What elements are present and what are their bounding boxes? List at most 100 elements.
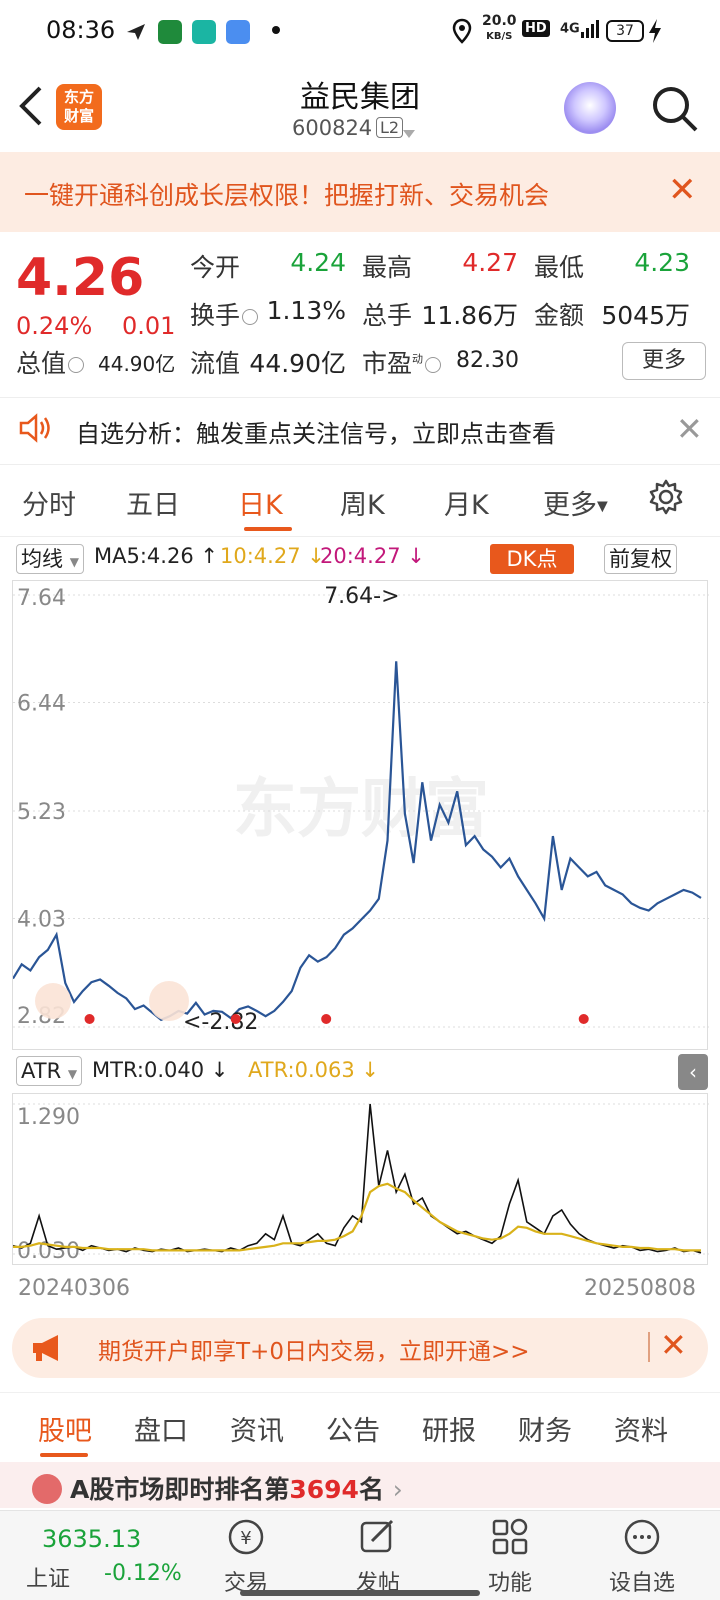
atr-selector[interactable]: ATR ▼ [16, 1056, 83, 1086]
stock-code: 600824 [292, 116, 373, 140]
signal-dot [230, 1014, 241, 1024]
home-indicator [240, 1590, 480, 1596]
tab-research[interactable]: 研报 [422, 1409, 476, 1448]
tab-weekly-k[interactable]: 周K [340, 483, 385, 522]
current-price: 4.26 [16, 248, 145, 308]
ma-selector[interactable]: 均线 ▼ [16, 544, 84, 574]
close-icon[interactable]: ✕ [660, 1326, 687, 1364]
tab-more[interactable]: 更多▼ [543, 483, 608, 522]
app-notification-icon [158, 20, 182, 44]
tab-order-book[interactable]: 盘口 [134, 1409, 188, 1448]
atr-chart-svg: 1.290 0.030 [12, 1103, 709, 1264]
price-chart[interactable]: 东方财富 7.64 6.44 5.23 4.03 2.82 7.64-> <-2.82 [12, 580, 709, 1050]
search-icon[interactable] [650, 84, 700, 134]
high-value: 4.27 [462, 248, 518, 277]
tab-intraday[interactable]: 分时 [22, 483, 76, 522]
atr-chart[interactable]: 1.290 0.030 [12, 1093, 709, 1265]
charging-icon [648, 18, 662, 48]
rank-strip[interactable]: A股市场即时排名第3694名 › [0, 1462, 720, 1508]
close-icon[interactable]: ✕ [676, 410, 703, 448]
bottom-nav: 3635.13 上证 -0.12% ¥ 交易 发帖 功能 设自选 [0, 1510, 720, 1600]
ma5-value: MA5:4.26 ↑ [94, 544, 218, 568]
tab-news[interactable]: 资讯 [230, 1409, 284, 1448]
float-cap-value: 44.90亿 [249, 349, 346, 378]
low-value: 4.23 [634, 248, 690, 277]
megaphone-icon [30, 1332, 66, 1368]
volume-label: 总手 [362, 301, 413, 330]
dropdown-arrow-icon[interactable] [402, 124, 416, 143]
dot-icon [272, 26, 280, 34]
futures-text[interactable]: 期货开户即享T+0日内交易，立即开通>> [98, 1332, 530, 1366]
open-label: 今开 [190, 253, 241, 282]
tab-announcements[interactable]: 公告 [326, 1409, 380, 1448]
open-value: 4.24 [290, 248, 346, 277]
nav-add-watchlist[interactable]: 设自选 [592, 1565, 692, 1597]
info-icon[interactable] [242, 309, 259, 325]
info-icon[interactable] [425, 357, 442, 373]
atr-value: ATR:0.063 ↓ [248, 1058, 379, 1082]
futures-banner[interactable]: 期货开户即享T+0日内交易，立即开通>> ✕ [12, 1318, 708, 1378]
change-percent: 0.24% [16, 312, 93, 340]
ma20-value: 20:4.27 ↓ [320, 544, 425, 568]
net-speed: 20.0 KB/S [482, 13, 517, 42]
signal-dot [578, 1014, 589, 1024]
quote-panel: 4.26 0.24% 0.01 今开 4.24 最高 4.27 最低 4.23 … [0, 232, 720, 397]
tab-daily-k[interactable]: 日K [238, 483, 283, 522]
index-change[interactable]: -0.12% [104, 1561, 182, 1586]
info-icon[interactable] [68, 357, 85, 373]
tab-finance[interactable]: 财务 [518, 1409, 572, 1448]
low-label: 最低 [534, 253, 585, 282]
level2-badge[interactable]: L2 [376, 117, 404, 138]
y-tick-label: 1.290 [17, 1105, 80, 1130]
ma-indicator-row: 均线 ▼ MA5:4.26 ↑ 10:4.27 ↓ 20:4.27 ↓ DK点 … [0, 540, 720, 578]
speaker-icon [18, 412, 54, 448]
tab-profile[interactable]: 资料 [614, 1409, 668, 1448]
info-tabs: 股吧 盘口 资讯 公告 研报 财务 资料 [0, 1392, 720, 1462]
watermark: 东方财富 [233, 773, 489, 847]
stock-header: 东方 财富 益民集团 600824 L2 [0, 62, 720, 152]
tab-five-day[interactable]: 五日 [126, 483, 180, 522]
collapse-arrow-icon[interactable]: ‹ [678, 1054, 708, 1090]
paper-plane-icon [124, 20, 148, 44]
analysis-notice[interactable]: 自选分析：触发重点关注信号，立即点击查看 ✕ [0, 397, 720, 465]
notice-text[interactable]: 自选分析：触发重点关注信号，立即点击查看 [76, 414, 556, 449]
x-axis-start: 20240306 [18, 1276, 130, 1301]
market-cap-value: 44.90亿 [98, 352, 176, 376]
function-icon[interactable] [490, 1517, 530, 1557]
turnover-value: 1.13% [266, 296, 346, 325]
gear-icon[interactable] [648, 479, 684, 519]
divider [648, 1332, 650, 1362]
ma10-value: 10:4.27 ↓ [220, 544, 325, 568]
active-tab-indicator [40, 1453, 88, 1457]
price-chart-svg: 东方财富7.646.445.234.032.827.64-><-2.82 [12, 584, 709, 1035]
active-tab-indicator [244, 527, 292, 531]
weather-icon [226, 20, 250, 44]
index-value[interactable]: 3635.13 [42, 1525, 141, 1553]
boss-app-icon [192, 20, 216, 44]
market-cap-label: 总值 [16, 344, 85, 380]
hd-icon: HD [522, 20, 550, 37]
pe-label: 市盈动 [362, 344, 442, 380]
rank-text[interactable]: A股市场即时排名第3694名 › [70, 1470, 403, 1506]
trade-icon[interactable]: ¥ [226, 1517, 266, 1557]
add-watchlist-icon[interactable] [622, 1517, 662, 1557]
ai-robot-icon[interactable] [564, 82, 616, 134]
promo-text[interactable]: 一键开通科创成长层权限！把握打新、交易机会 [24, 176, 549, 212]
turnover-label: 换手 [190, 296, 259, 332]
tab-monthly-k[interactable]: 月K [444, 483, 489, 522]
promo-banner[interactable]: 一键开通科创成长层权限！把握打新、交易机会 ✕ [0, 152, 720, 232]
location-icon [452, 18, 472, 48]
change-value: 0.01 [122, 312, 176, 340]
min-price-label: <-2.82 [183, 1010, 258, 1035]
index-name[interactable]: 上证 [26, 1561, 70, 1593]
close-icon[interactable]: ✕ [668, 170, 697, 210]
y-tick-label: 6.44 [17, 692, 66, 717]
fast-forward-icon [35, 983, 71, 1019]
rank-icon [32, 1474, 62, 1504]
post-icon[interactable] [358, 1517, 398, 1557]
dk-point-button[interactable]: DK点 [490, 544, 574, 574]
tab-guba[interactable]: 股吧 [38, 1409, 92, 1448]
more-button[interactable]: 更多 [622, 342, 706, 380]
adjust-button[interactable]: 前复权 [604, 544, 677, 574]
x-axis-end: 20250808 [584, 1276, 696, 1301]
